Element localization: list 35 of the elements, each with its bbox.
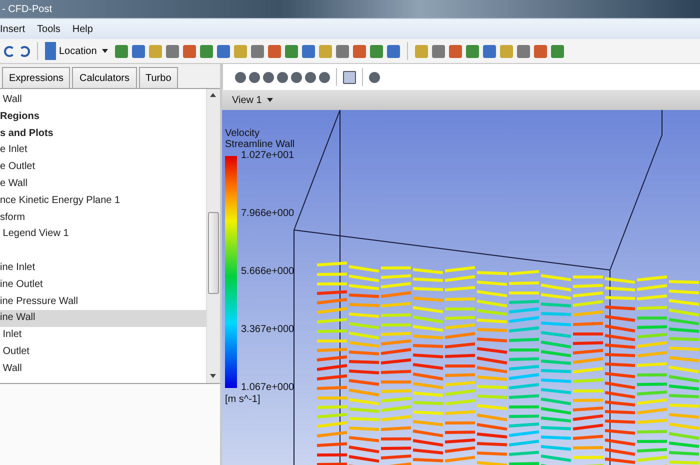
menu-item[interactable]: Tools <box>37 24 60 34</box>
tree-item[interactable]: ine Pressure Wall <box>0 294 206 310</box>
tree-item[interactable]: ine Wall <box>0 310 206 328</box>
tree-item[interactable]: s and Plots <box>0 126 206 142</box>
tree-item[interactable]: Wall <box>0 92 206 109</box>
tree-item[interactable]: nce Kinetic Energy Plane 1 <box>0 192 206 210</box>
tree-item[interactable]: Legend View 1 <box>0 226 206 244</box>
scrollbar[interactable] <box>206 89 220 383</box>
menu-item[interactable]: Help <box>72 24 93 34</box>
legend-unit: [m s^-1] <box>225 394 262 405</box>
tree-item[interactable]: Outlet <box>0 344 206 361</box>
legend-value: 7.966e+000 <box>241 208 294 220</box>
tab[interactable]: Expressions <box>2 67 70 88</box>
tree-item[interactable]: e Inlet <box>0 142 206 160</box>
caret-icon <box>102 49 108 53</box>
window-title: - CFD-Post <box>2 4 52 14</box>
view-dropdown[interactable]: View 1 <box>230 94 275 106</box>
tree-item[interactable]: Inlet <box>0 327 206 344</box>
undo-icon[interactable] <box>4 46 15 56</box>
tree-item[interactable]: Regions <box>0 108 206 126</box>
caret-icon <box>266 98 273 102</box>
tab[interactable]: Turbo <box>138 67 178 88</box>
legend-title: Velocity <box>225 128 260 139</box>
scroll-thumb[interactable] <box>208 212 219 294</box>
menu-item[interactable]: Insert <box>0 24 26 34</box>
tree-item[interactable]: sform <box>0 210 206 226</box>
tree-item[interactable]: ine Inlet <box>0 260 206 277</box>
tree-item[interactable]: Wall <box>0 360 206 378</box>
legend-value: 1.027e+001 <box>241 150 294 162</box>
tree-item[interactable]: e Outlet <box>0 159 206 176</box>
legend-subtitle: Streamline Wall <box>225 139 295 150</box>
tab[interactable]: Calculators <box>72 67 136 88</box>
tree-item[interactable]: e Wall <box>0 176 206 193</box>
redo-icon[interactable] <box>19 46 30 56</box>
tree-item[interactable]: ine Outlet <box>0 276 206 294</box>
